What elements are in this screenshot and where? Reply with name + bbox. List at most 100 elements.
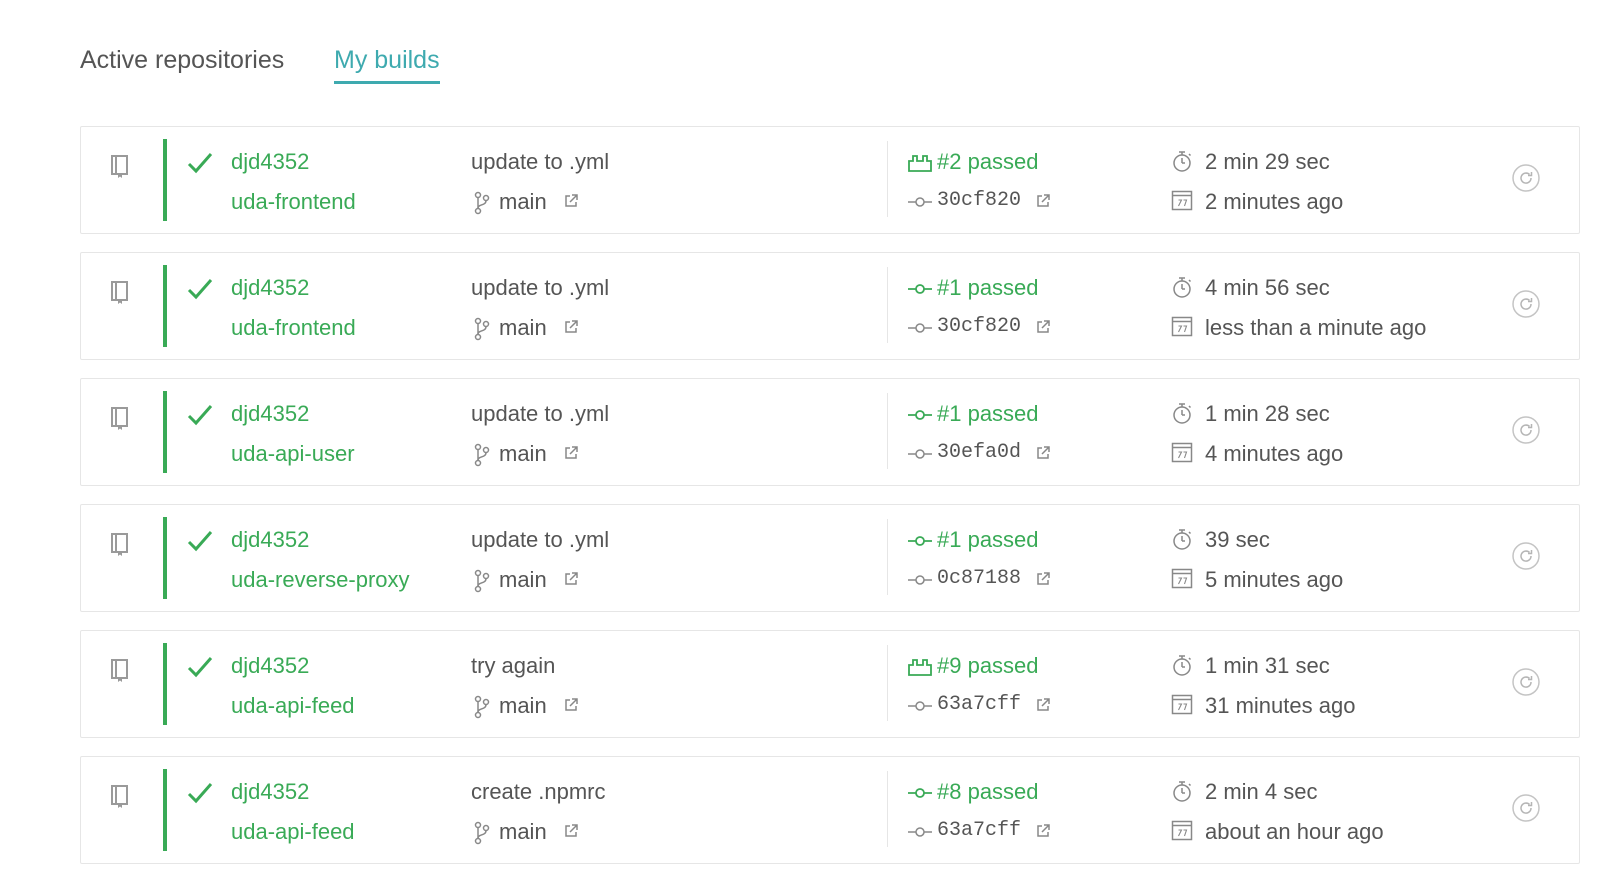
commit-icon <box>907 447 933 461</box>
owner-link[interactable]: djd4352 <box>231 401 309 427</box>
check-icon <box>187 151 213 175</box>
build-duration: 39 sec <box>1205 527 1270 552</box>
commit-icon <box>907 573 933 587</box>
branch-link[interactable]: main <box>499 441 547 467</box>
external-link-icon[interactable] <box>563 571 579 587</box>
build-status-link[interactable]: #2 passed <box>937 149 1039 175</box>
status-bar <box>163 139 167 221</box>
branch-icon <box>473 317 491 341</box>
push-icon <box>907 657 933 677</box>
status-bar <box>163 391 167 473</box>
build-row[interactable]: djd4352 uda-frontend update to .yml main… <box>80 252 1580 360</box>
repository-icon <box>109 405 131 431</box>
commit-icon <box>907 321 933 335</box>
finished-time: 2 minutes ago <box>1205 189 1344 214</box>
branch-link[interactable]: main <box>499 567 547 593</box>
commit-message: update to .yml <box>471 275 610 300</box>
repository-link[interactable]: uda-reverse-proxy <box>231 567 410 593</box>
build-row[interactable]: djd4352 uda-api-feed try again main #9 p… <box>80 630 1580 738</box>
build-status-link[interactable]: #1 passed <box>937 275 1039 301</box>
build-status-link[interactable]: #9 passed <box>937 653 1039 679</box>
commit-sha-link[interactable]: 63a7cff <box>937 693 1021 716</box>
branch-icon <box>473 569 491 593</box>
tab-active-repositories[interactable]: Active repositories <box>80 46 284 81</box>
branch-link[interactable]: main <box>499 819 547 845</box>
external-link-icon[interactable] <box>1035 823 1051 839</box>
push-icon <box>907 153 933 173</box>
branch-icon <box>473 695 491 719</box>
finished-time: 31 minutes ago <box>1205 693 1356 718</box>
restart-build-icon[interactable] <box>1511 415 1541 445</box>
repository-icon <box>109 657 131 683</box>
stopwatch-icon <box>1171 275 1193 299</box>
build-duration: 4 min 56 sec <box>1205 275 1330 300</box>
check-icon <box>187 277 213 301</box>
build-duration: 2 min 29 sec <box>1205 149 1330 174</box>
commit-sha-link[interactable]: 0c87188 <box>937 567 1021 590</box>
external-link-icon[interactable] <box>1035 445 1051 461</box>
finished-time: 4 minutes ago <box>1205 441 1344 466</box>
calendar-icon <box>1171 567 1193 589</box>
commit-message: update to .yml <box>471 527 610 552</box>
build-status-link[interactable]: #1 passed <box>937 401 1039 427</box>
repository-icon <box>109 531 131 557</box>
external-link-icon[interactable] <box>1035 319 1051 335</box>
external-link-icon[interactable] <box>1035 571 1051 587</box>
external-link-icon[interactable] <box>563 823 579 839</box>
repository-link[interactable]: uda-frontend <box>231 189 356 215</box>
owner-link[interactable]: djd4352 <box>231 527 309 553</box>
tab-my-builds[interactable]: My builds <box>334 46 440 84</box>
commit-message: try again <box>471 653 556 678</box>
external-link-icon[interactable] <box>563 319 579 335</box>
build-duration: 1 min 31 sec <box>1205 653 1330 678</box>
branch-icon <box>473 821 491 845</box>
calendar-icon <box>1171 819 1193 841</box>
build-row[interactable]: djd4352 uda-frontend update to .yml main… <box>80 126 1580 234</box>
build-row[interactable]: djd4352 uda-reverse-proxy update to .yml… <box>80 504 1580 612</box>
restart-build-icon[interactable] <box>1511 793 1541 823</box>
commit-sha-link[interactable]: 30efa0d <box>937 441 1021 464</box>
build-status-link[interactable]: #1 passed <box>937 527 1039 553</box>
external-link-icon[interactable] <box>1035 193 1051 209</box>
external-link-icon[interactable] <box>563 193 579 209</box>
build-status-link[interactable]: #8 passed <box>937 779 1039 805</box>
restart-build-icon[interactable] <box>1511 289 1541 319</box>
owner-link[interactable]: djd4352 <box>231 653 309 679</box>
repository-link[interactable]: uda-api-feed <box>231 819 355 845</box>
external-link-icon[interactable] <box>563 445 579 461</box>
external-link-icon[interactable] <box>563 697 579 713</box>
restart-build-icon[interactable] <box>1511 541 1541 571</box>
branch-link[interactable]: main <box>499 693 547 719</box>
finished-time: 5 minutes ago <box>1205 567 1344 592</box>
owner-link[interactable]: djd4352 <box>231 149 309 175</box>
stopwatch-icon <box>1171 527 1193 551</box>
repository-icon <box>109 279 131 305</box>
external-link-icon[interactable] <box>1035 697 1051 713</box>
commit-icon <box>907 279 933 299</box>
commit-sha-link[interactable]: 30cf820 <box>937 315 1021 338</box>
finished-time: about an hour ago <box>1205 819 1384 844</box>
status-bar <box>163 265 167 347</box>
repository-link[interactable]: uda-frontend <box>231 315 356 341</box>
calendar-icon <box>1171 441 1193 463</box>
build-row[interactable]: djd4352 uda-api-user update to .yml main… <box>80 378 1580 486</box>
finished-time: less than a minute ago <box>1205 315 1427 340</box>
restart-build-icon[interactable] <box>1511 667 1541 697</box>
repository-link[interactable]: uda-api-user <box>231 441 355 467</box>
branch-link[interactable]: main <box>499 315 547 341</box>
commit-message: create .npmrc <box>471 779 606 804</box>
build-row[interactable]: djd4352 uda-api-feed create .npmrc main … <box>80 756 1580 864</box>
owner-link[interactable]: djd4352 <box>231 275 309 301</box>
commit-message: update to .yml <box>471 401 610 426</box>
restart-build-icon[interactable] <box>1511 163 1541 193</box>
divider <box>887 645 888 721</box>
commit-sha-link[interactable]: 30cf820 <box>937 189 1021 212</box>
divider <box>887 141 888 217</box>
repository-link[interactable]: uda-api-feed <box>231 693 355 719</box>
branch-link[interactable]: main <box>499 189 547 215</box>
owner-link[interactable]: djd4352 <box>231 779 309 805</box>
commit-sha-link[interactable]: 63a7cff <box>937 819 1021 842</box>
commit-icon <box>907 783 933 803</box>
status-bar <box>163 517 167 599</box>
check-icon <box>187 403 213 427</box>
